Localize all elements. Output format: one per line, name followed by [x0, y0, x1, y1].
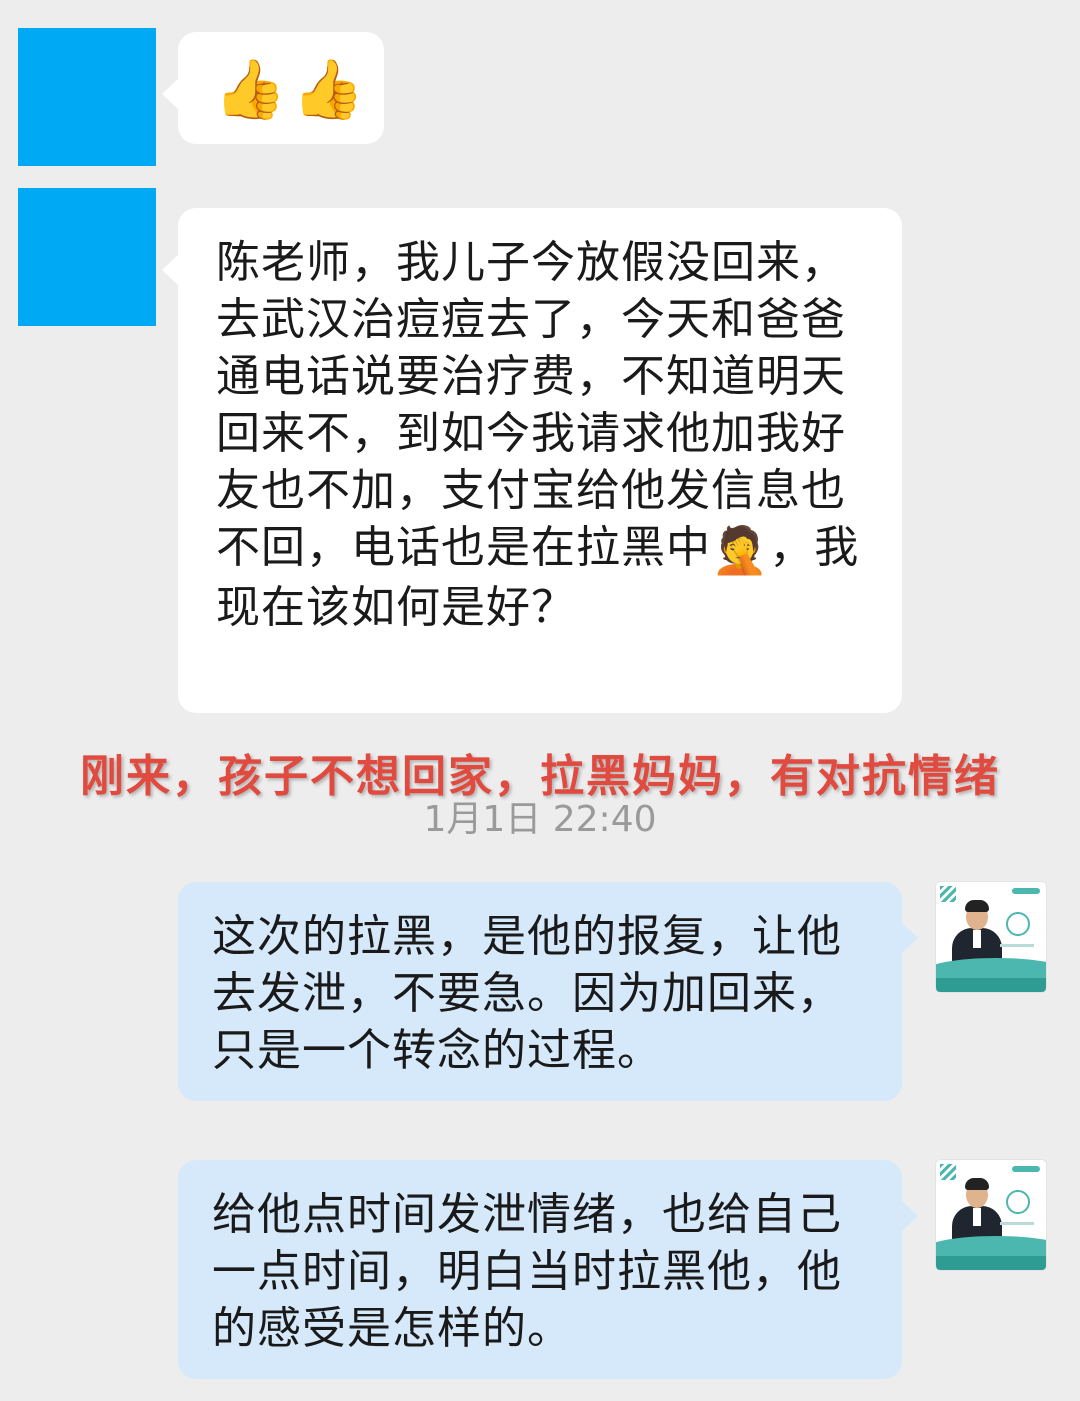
facepalm-icon: 🤦: [711, 523, 770, 577]
avatar-person: [965, 1178, 989, 1190]
avatar-decoration: [1000, 1222, 1034, 1225]
sender-avatar[interactable]: [18, 28, 156, 166]
message-bubble-reply[interactable]: 这次的拉黑，是他的报复，让他去发泄，不要急。因为加回来，只是一个转念的过程。: [178, 882, 918, 1101]
chat-view: 👍 👍 陈老师，我儿子今放假没回来，去武汉治痘痘去了，今天和爸爸通电话说要治疗费，…: [0, 0, 1080, 1401]
sender-avatar[interactable]: [18, 188, 156, 326]
avatar-decoration: [1012, 888, 1040, 894]
avatar-decoration: [940, 1164, 956, 1180]
avatar-person: [965, 900, 989, 912]
thumbs-up-icon: 👍: [214, 55, 287, 123]
avatar-decoration: [936, 1256, 1046, 1270]
avatar-decoration: [1012, 1166, 1040, 1172]
timestamp: 1月1日 22:40: [423, 799, 657, 840]
message-text: 陈老师，我儿子今放假没回来，去武汉治痘痘去了，今天和爸爸通电话说要治疗费，不知道…: [216, 234, 862, 636]
message-bubble-reply[interactable]: 给他点时间发泄情绪，也给自己一点时间，明白当时拉黑他，他的感受是怎样的。: [178, 1160, 918, 1379]
avatar-decoration: [1000, 944, 1034, 947]
avatar-decoration: [940, 886, 956, 902]
message-bubble-question[interactable]: 陈老师，我儿子今放假没回来，去武汉治痘痘去了，今天和爸爸通电话说要治疗费，不知道…: [162, 208, 902, 713]
thumbs-up-icon: 👍: [292, 55, 365, 123]
avatar-decoration: [936, 978, 1046, 992]
teacher-avatar[interactable]: [936, 1160, 1046, 1270]
message-text: 这次的拉黑，是他的报复，让他去发泄，不要急。因为加回来，只是一个转念的过程。: [212, 911, 842, 1076]
heart-icon: [1006, 1190, 1030, 1214]
message-bubble-thumbs-up[interactable]: 👍 👍: [162, 32, 384, 144]
message-text: 给他点时间发泄情绪，也给自己一点时间，明白当时拉黑他，他的感受是怎样的。: [212, 1189, 842, 1354]
heart-icon: [1006, 912, 1030, 936]
avatar-person: [973, 930, 981, 948]
teacher-avatar[interactable]: [936, 882, 1046, 992]
avatar-person: [973, 1208, 981, 1226]
